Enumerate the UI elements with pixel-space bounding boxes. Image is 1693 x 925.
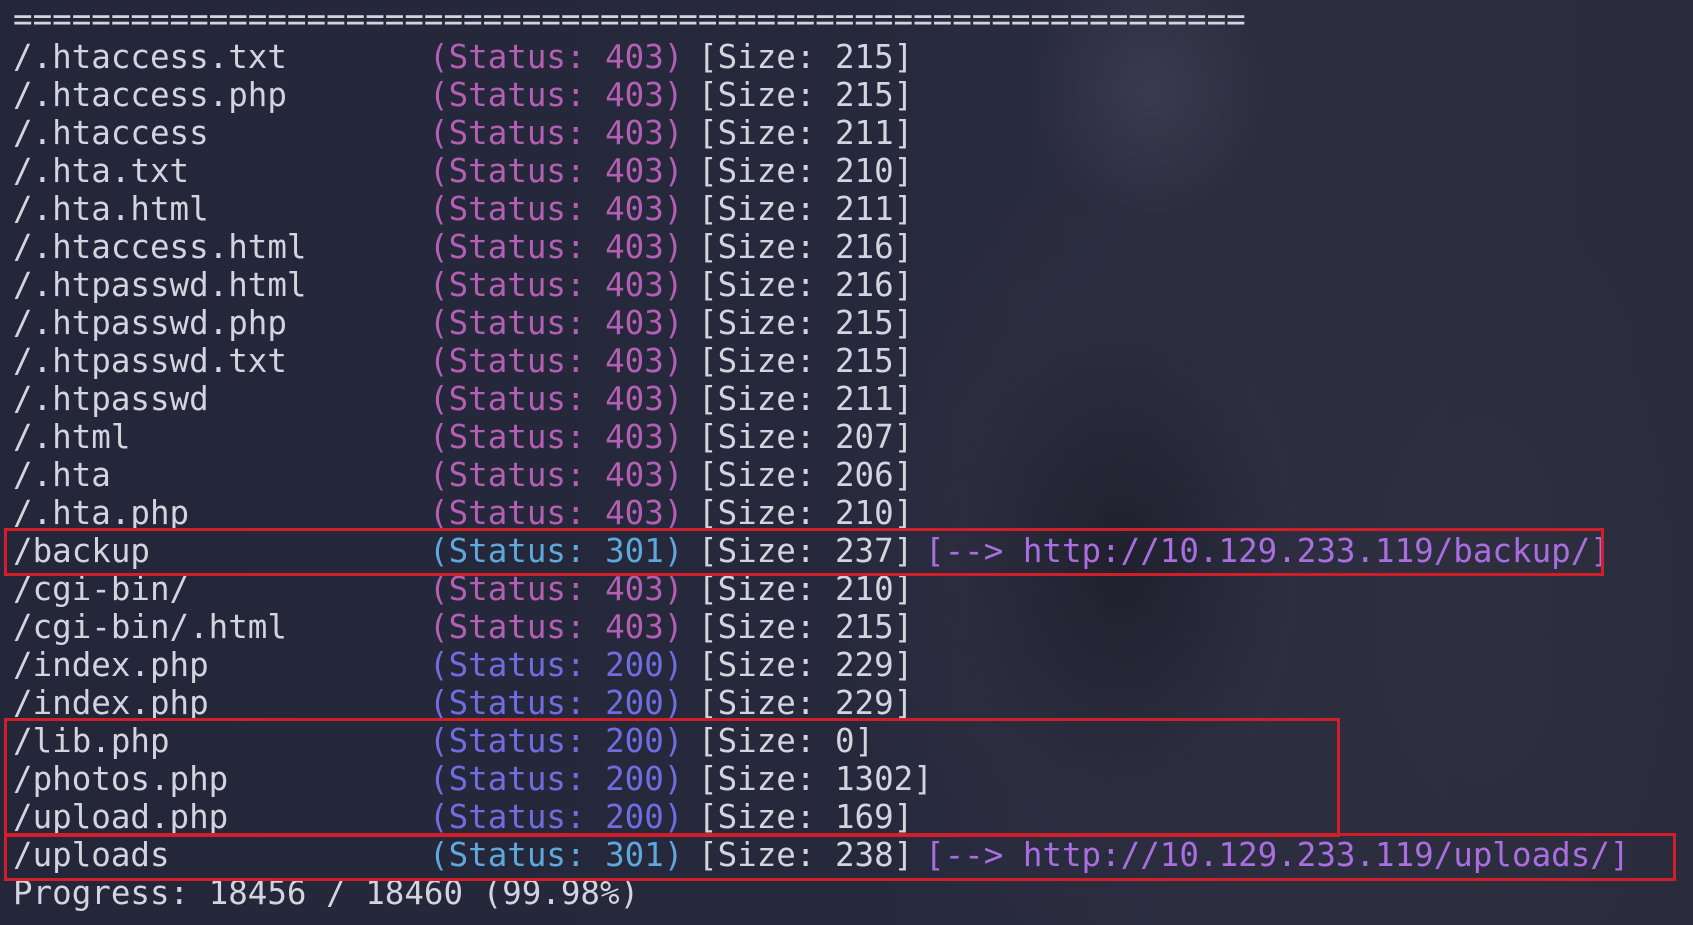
result-path: /.htaccess xyxy=(13,114,209,152)
result-status: (Status: 403) xyxy=(429,190,684,228)
highlight-box-backup xyxy=(4,528,1604,576)
result-status: (Status: 200) xyxy=(429,646,684,684)
result-path: /.hta.php xyxy=(13,494,190,532)
result-path: /.htpasswd xyxy=(13,380,209,418)
result-status: (Status: 200) xyxy=(429,684,684,722)
result-path: /.hta xyxy=(13,456,111,494)
result-path: /.htpasswd.txt xyxy=(13,342,287,380)
result-status: (Status: 403) xyxy=(429,76,684,114)
result-size: [Size: 211] xyxy=(698,190,914,228)
result-status: (Status: 403) xyxy=(429,38,684,76)
result-path: /index.php xyxy=(13,684,209,722)
result-status: (Status: 403) xyxy=(429,152,684,190)
result-path: /.htaccess.txt xyxy=(13,38,287,76)
result-size: [Size: 216] xyxy=(698,266,914,304)
separator-line: ========================================… xyxy=(13,0,1246,38)
result-path: /cgi-bin/.html xyxy=(13,608,287,646)
result-status: (Status: 403) xyxy=(429,608,684,646)
result-status: (Status: 403) xyxy=(429,380,684,418)
highlight-box-uploads xyxy=(4,833,1676,881)
result-path: /index.php xyxy=(13,646,209,684)
result-path: /.hta.html xyxy=(13,190,209,228)
result-size: [Size: 211] xyxy=(698,114,914,152)
result-status: (Status: 403) xyxy=(429,418,684,456)
result-size: [Size: 210] xyxy=(698,494,914,532)
result-size: [Size: 207] xyxy=(698,418,914,456)
result-size: [Size: 215] xyxy=(698,304,914,342)
result-size: [Size: 215] xyxy=(698,38,914,76)
result-status: (Status: 403) xyxy=(429,114,684,152)
highlight-box-php-files xyxy=(4,718,1340,837)
result-path: /.hta.txt xyxy=(13,152,190,190)
result-size: [Size: 206] xyxy=(698,456,914,494)
result-size: [Size: 215] xyxy=(698,608,914,646)
result-status: (Status: 403) xyxy=(429,456,684,494)
result-path: /.htpasswd.php xyxy=(13,304,287,342)
result-path: /.html xyxy=(13,418,131,456)
result-size: [Size: 215] xyxy=(698,342,914,380)
result-path: /.htpasswd.html xyxy=(13,266,307,304)
result-status: (Status: 403) xyxy=(429,228,684,266)
result-path: /.htaccess.php xyxy=(13,76,287,114)
result-size: [Size: 229] xyxy=(698,684,914,722)
result-size: [Size: 210] xyxy=(698,152,914,190)
result-status: (Status: 403) xyxy=(429,304,684,342)
result-status: (Status: 403) xyxy=(429,494,684,532)
result-size: [Size: 216] xyxy=(698,228,914,266)
result-size: [Size: 229] xyxy=(698,646,914,684)
result-size: [Size: 211] xyxy=(698,380,914,418)
result-path: /.htaccess.html xyxy=(13,228,307,266)
result-size: [Size: 215] xyxy=(698,76,914,114)
result-status: (Status: 403) xyxy=(429,342,684,380)
result-status: (Status: 403) xyxy=(429,266,684,304)
